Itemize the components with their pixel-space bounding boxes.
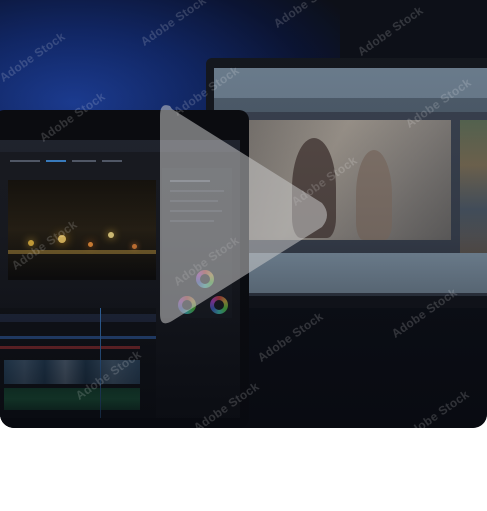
video-thumbnail[interactable]: Adobe Stock Adobe Stock Adobe Stock Adob… bbox=[0, 0, 487, 428]
play-icon[interactable] bbox=[156, 102, 332, 328]
